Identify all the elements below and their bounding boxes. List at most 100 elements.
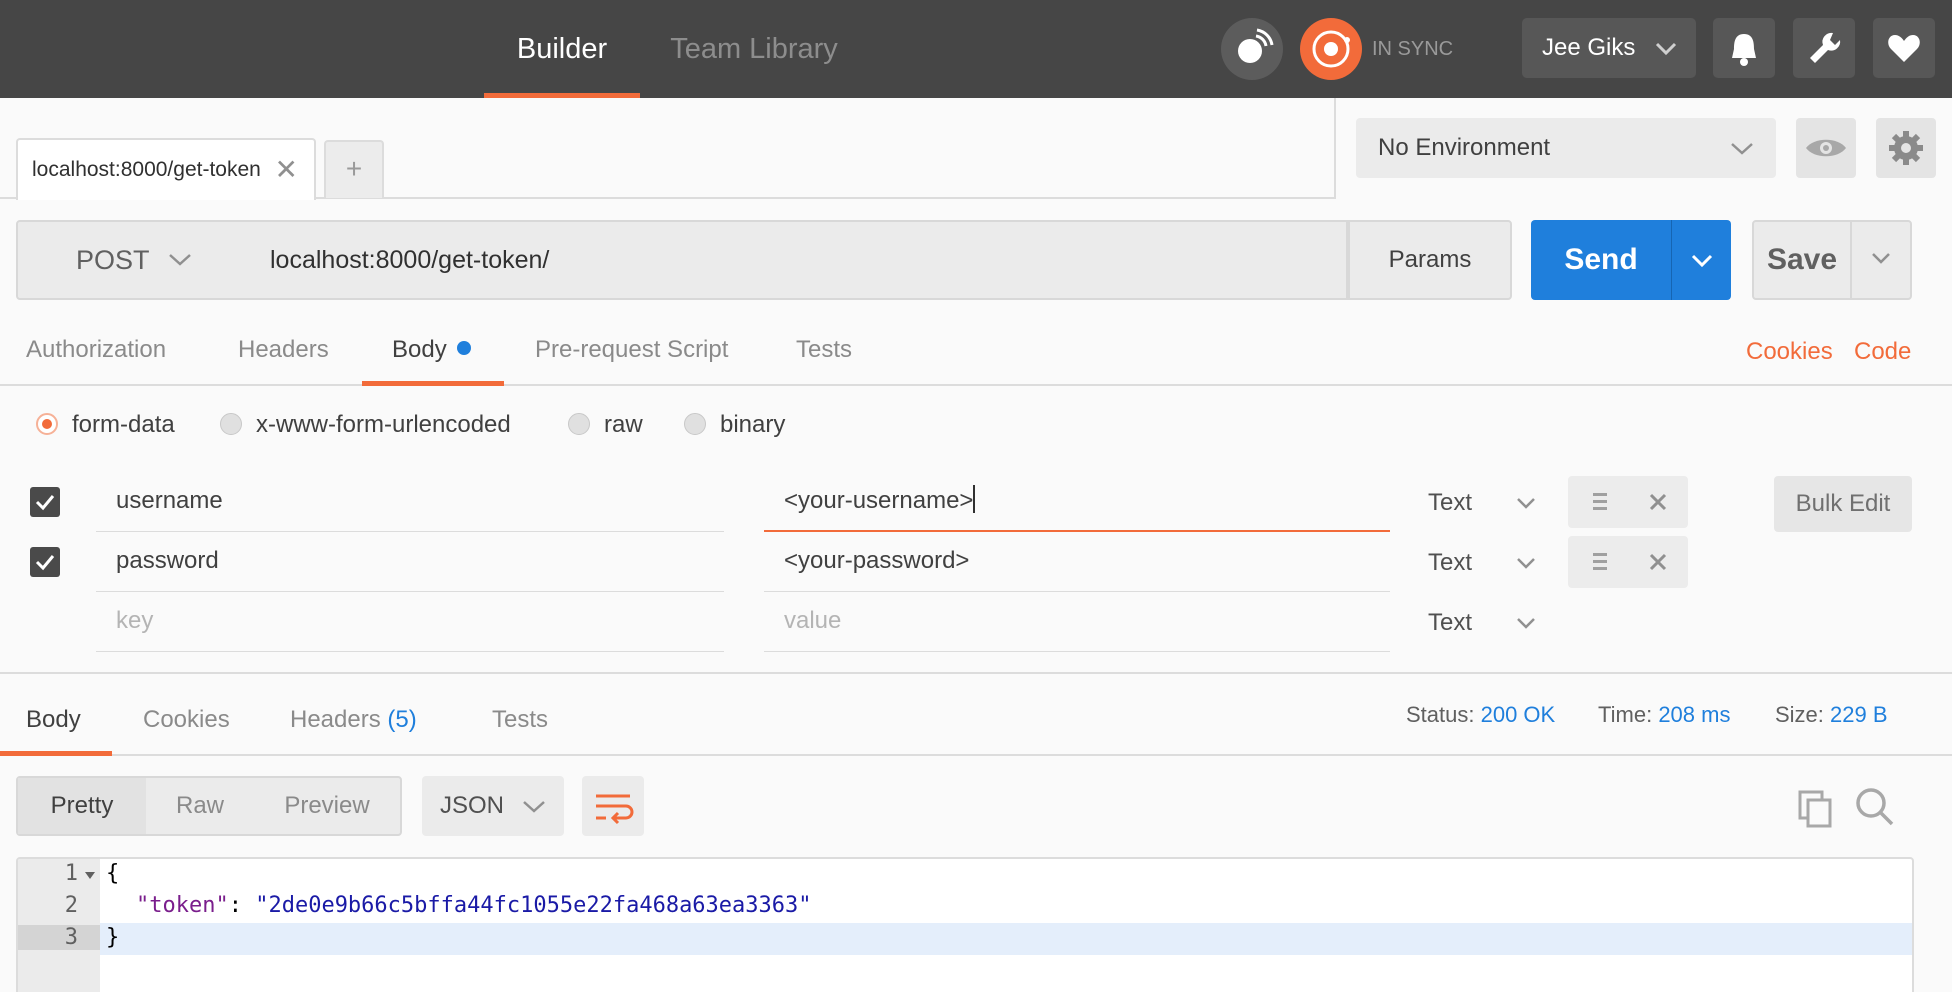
- chevron-down-icon: [1691, 254, 1713, 268]
- cookies-link[interactable]: Cookies: [1746, 338, 1833, 366]
- tab-body[interactable]: Body: [362, 330, 504, 386]
- form-value-text: <your-username>: [784, 487, 974, 514]
- radio-raw[interactable]: raw: [568, 410, 643, 440]
- tab-body-label: Body: [392, 336, 447, 363]
- fold-arrow-icon[interactable]: [84, 871, 96, 881]
- satellite-button[interactable]: [1221, 18, 1283, 80]
- code-link[interactable]: Code: [1854, 338, 1911, 366]
- bell-icon: [1732, 34, 1756, 66]
- form-key-input[interactable]: password: [96, 534, 724, 592]
- send-dropdown-button[interactable]: [1671, 220, 1731, 300]
- line-number: 1: [64, 861, 78, 886]
- radio-x-www-form-urlencoded[interactable]: x-www-form-urlencoded: [220, 410, 511, 440]
- code-line: }: [106, 925, 120, 950]
- manage-environments-button[interactable]: [1876, 118, 1936, 178]
- form-type-select[interactable]: Text: [1428, 608, 1548, 638]
- environment-select[interactable]: No Environment: [1356, 118, 1776, 178]
- row-enabled-checkbox[interactable]: [30, 547, 60, 577]
- row-actions: [1568, 536, 1688, 588]
- size-label: Size:: [1775, 702, 1824, 727]
- heart-button[interactable]: [1873, 18, 1935, 78]
- chevron-down-icon: [1514, 548, 1538, 586]
- tab-headers[interactable]: Headers: [238, 330, 329, 386]
- line-number: 2: [64, 893, 78, 918]
- add-tab-button[interactable]: +: [324, 140, 384, 198]
- new-key-input[interactable]: key: [96, 594, 724, 652]
- code-line: {: [106, 861, 120, 886]
- response-tab-headers[interactable]: Headers (5): [290, 700, 417, 756]
- chevron-down-icon: [168, 222, 192, 327]
- copy-icon[interactable]: [1796, 788, 1836, 828]
- tab-authorization[interactable]: Authorization: [26, 330, 166, 386]
- form-value-input[interactable]: <your-password>: [764, 534, 1390, 592]
- json-key: "token": [136, 893, 229, 918]
- save-dropdown-button[interactable]: [1850, 220, 1912, 300]
- response-body-editor[interactable]: 1 2 3 { "token": "2de0e9b66c5bffa44fc105…: [16, 857, 1914, 992]
- response-tab-cookies[interactable]: Cookies: [143, 700, 230, 756]
- close-icon[interactable]: ✕: [275, 140, 298, 200]
- save-button[interactable]: Save: [1752, 220, 1852, 300]
- method-value: POST: [76, 245, 150, 275]
- text-cursor: [973, 485, 976, 513]
- search-icon[interactable]: [1854, 786, 1896, 828]
- checkmark-icon: [35, 495, 55, 511]
- view-mode-group: Pretty Raw Preview: [16, 776, 402, 836]
- json-string-value: "2de0e9b66c5bffa44fc1055e22fa468a63ea336…: [255, 893, 812, 918]
- modified-dot-icon: [456, 341, 471, 355]
- nav-tab-team-library[interactable]: Team Library: [654, 0, 854, 98]
- radio-binary[interactable]: binary: [684, 410, 785, 440]
- response-size: Size: 229 B: [1775, 702, 1888, 728]
- response-tab-body[interactable]: Body: [0, 700, 112, 756]
- checkmark-icon: [35, 555, 55, 571]
- bulk-edit-button[interactable]: Bulk Edit: [1774, 476, 1912, 532]
- settings-button[interactable]: [1793, 18, 1855, 78]
- drag-handle-icon[interactable]: [1588, 550, 1612, 574]
- sync-icon: [1312, 30, 1350, 68]
- headers-count-badge: (5): [387, 706, 417, 733]
- delete-row-icon[interactable]: [1646, 550, 1670, 574]
- view-raw-button[interactable]: Raw: [146, 778, 254, 834]
- wrench-icon: [1810, 32, 1841, 63]
- chevron-down-icon: [1730, 118, 1754, 201]
- tab-tests[interactable]: Tests: [796, 330, 852, 386]
- view-pretty-button[interactable]: Pretty: [18, 778, 146, 834]
- radio-indicator: [568, 413, 590, 435]
- environment-quick-look-button[interactable]: [1796, 118, 1856, 178]
- new-value-input[interactable]: value: [764, 594, 1390, 652]
- view-preview-button[interactable]: Preview: [254, 778, 400, 834]
- radio-form-data[interactable]: form-data: [36, 410, 175, 440]
- format-select[interactable]: JSON: [422, 776, 564, 836]
- nav-tab-builder[interactable]: Builder: [484, 0, 640, 98]
- params-button[interactable]: Params: [1348, 220, 1512, 300]
- user-name: Jee Giks: [1542, 34, 1636, 61]
- drag-handle-icon[interactable]: [1588, 490, 1612, 514]
- tab-pre-request-script[interactable]: Pre-request Script: [535, 330, 728, 386]
- chevron-down-icon: [1514, 488, 1538, 526]
- active-line-highlight: [100, 923, 1912, 955]
- user-menu-button[interactable]: Jee Giks: [1522, 18, 1696, 78]
- form-type-select[interactable]: Text: [1428, 488, 1548, 518]
- row-enabled-checkbox[interactable]: [30, 487, 60, 517]
- form-value-input[interactable]: <your-username>: [764, 474, 1390, 532]
- heart-icon: [1888, 35, 1920, 62]
- environment-selected: No Environment: [1378, 134, 1551, 161]
- line-number: 3: [18, 925, 100, 950]
- form-type-select[interactable]: Text: [1428, 548, 1548, 578]
- request-tab-label: localhost:8000/get-token/: [32, 158, 260, 181]
- url-input[interactable]: localhost:8000/get-token/: [248, 220, 1348, 300]
- status-value: 200 OK: [1480, 702, 1556, 727]
- wrap-lines-button[interactable]: [582, 776, 644, 836]
- size-value: 229 B: [1830, 702, 1888, 727]
- wrap-lines-icon: [596, 794, 634, 825]
- send-button[interactable]: Send: [1531, 220, 1671, 300]
- form-key-input[interactable]: username: [96, 474, 724, 532]
- delete-row-icon[interactable]: [1646, 490, 1670, 514]
- sync-button[interactable]: [1300, 18, 1362, 80]
- chevron-down-icon: [1514, 608, 1538, 646]
- request-tab[interactable]: localhost:8000/get-token/ ✕: [16, 138, 316, 200]
- method-select[interactable]: POST: [16, 220, 250, 300]
- response-tab-tests[interactable]: Tests: [492, 700, 548, 756]
- notifications-button[interactable]: [1713, 18, 1775, 78]
- json-separator: :: [228, 893, 256, 918]
- gear-icon: [1889, 131, 1923, 165]
